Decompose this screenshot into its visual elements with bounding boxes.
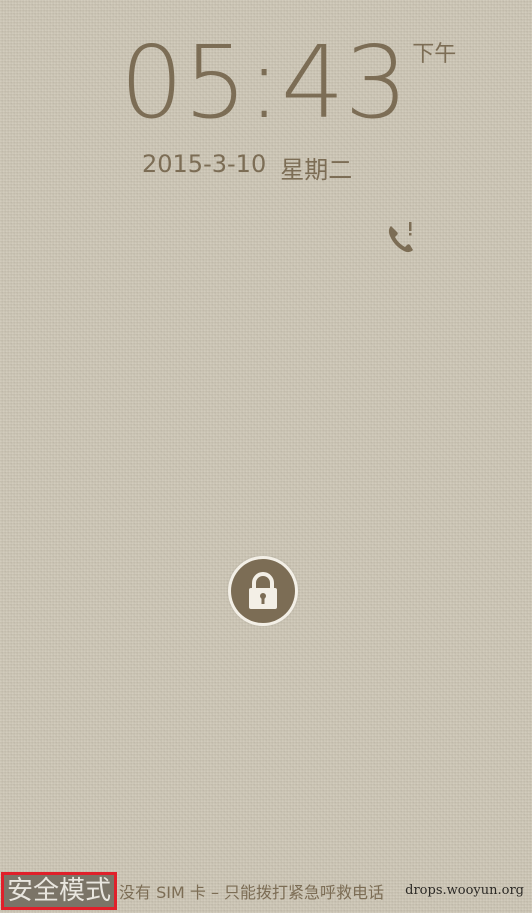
watermark: drops.wooyun.org — [405, 883, 524, 898]
date-row: 2015-3-10 星期二 — [142, 150, 352, 185]
sim-status-text: 没有 SIM 卡 – 只能拨打紧急呼救电话 — [119, 883, 385, 902]
missed-call-icon[interactable] — [386, 220, 416, 256]
unlock-button[interactable] — [228, 556, 298, 626]
unlock-core — [231, 559, 295, 623]
clock-time: 05:43 — [120, 24, 409, 141]
bottom-status-bar: 安全模式 没有 SIM 卡 – 只能拨打紧急呼救电话 drops.wooyun.… — [0, 869, 532, 913]
lock-screen: 05:43 下午 2015-3-10 星期二 安全模式 没有 SIM 卡 – 只… — [0, 0, 532, 913]
safe-mode-badge: 安全模式 — [1, 872, 118, 910]
clock-ampm: 下午 — [412, 42, 457, 67]
weekday-text: 星期二 — [280, 156, 353, 184]
date-text: 2015-3-10 — [142, 150, 267, 178]
clock: 05:43 下午 — [120, 28, 456, 138]
lock-icon — [249, 572, 277, 609]
